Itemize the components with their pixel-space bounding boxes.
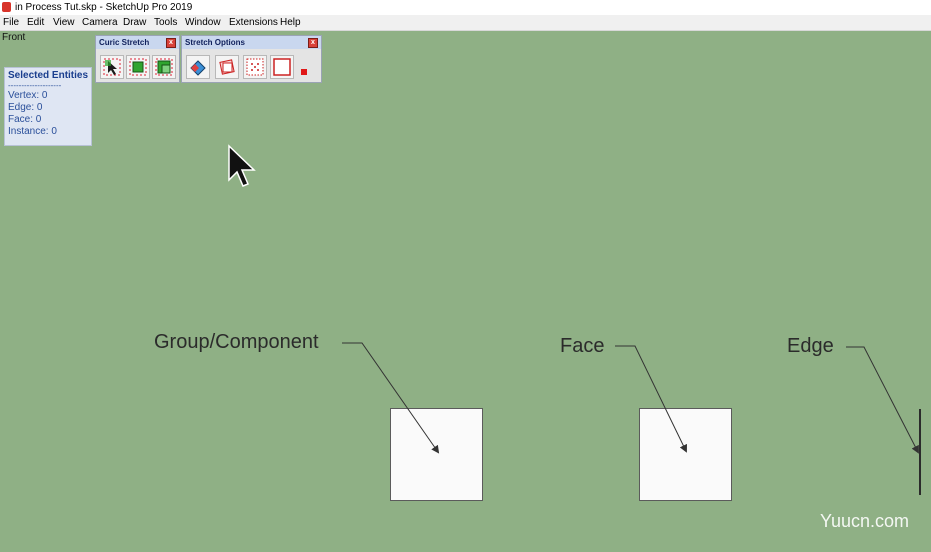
- face-leader-arrow: [615, 345, 687, 453]
- edge-leader-arrow: [846, 346, 919, 454]
- group-leader-arrow: [342, 342, 440, 454]
- callout-leader-lines: [342, 342, 919, 454]
- watermark: Yuucn.com: [820, 511, 910, 531]
